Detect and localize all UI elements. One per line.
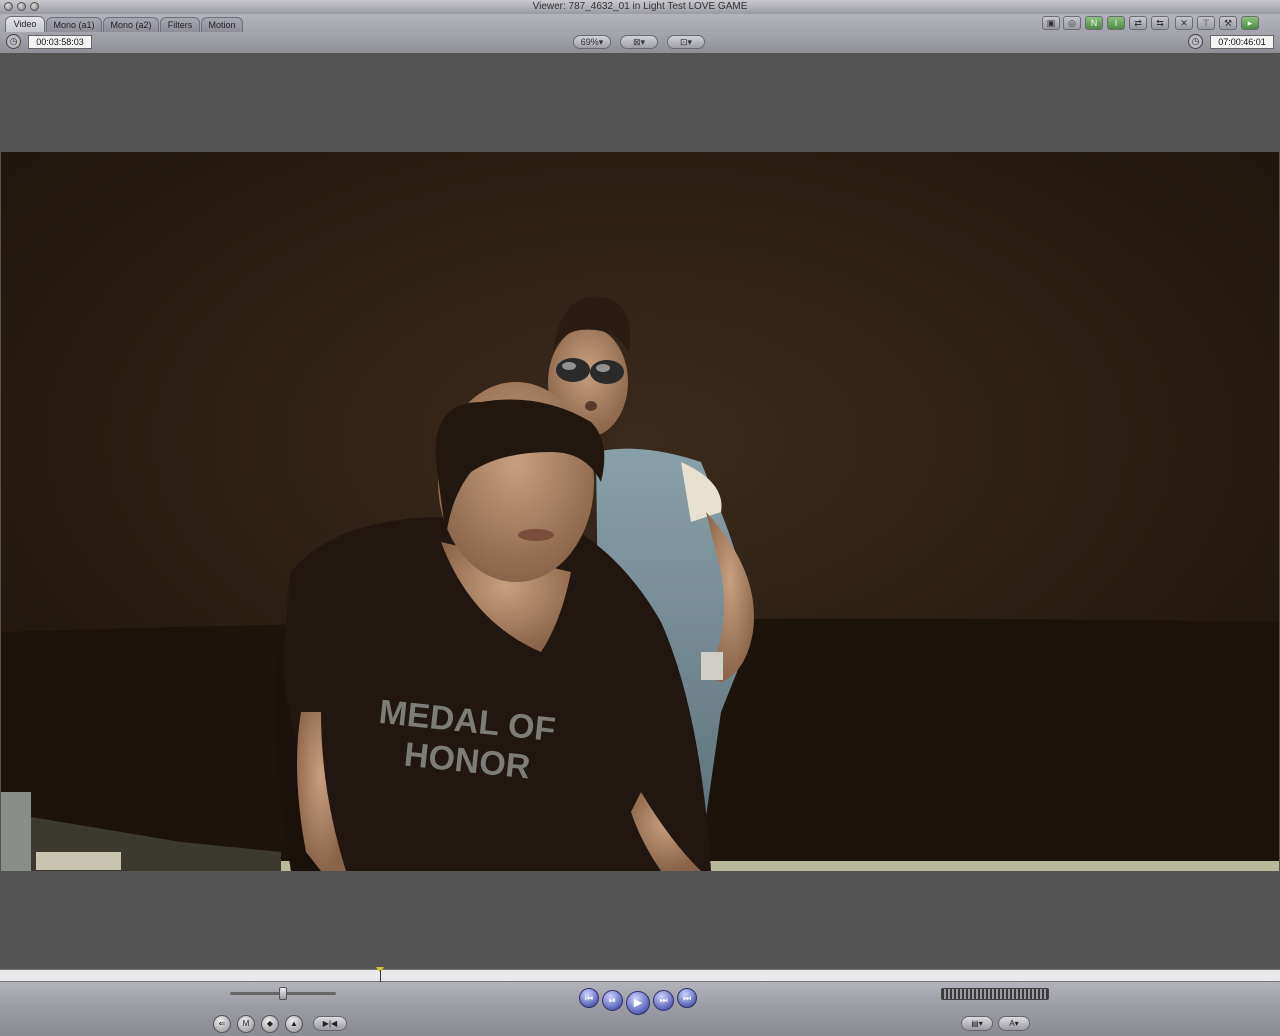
playback-mode-icon[interactable]: ▸ [1241,16,1259,30]
out-point-toggle-icon[interactable]: I [1107,16,1125,30]
video-frame-image: MEDAL OF HONOR [1,152,1279,871]
overlay-popup[interactable]: ⊡▾ [667,35,705,49]
safe-area-icon[interactable]: ▣ [1042,16,1060,30]
mark-in-out-button[interactable]: ▶|◀ [313,1016,347,1031]
viewer-canvas[interactable]: MEDAL OF HONOR [0,53,1280,969]
duration-clock-icon: ◷ [6,34,21,49]
generator-popup[interactable]: A▾ [998,1016,1030,1031]
play-in-to-out-icon[interactable]: ⏯ [602,990,623,1011]
transport-controls: ⏮ ⏯ ▶ ⏭ ⏭ ⇐ M ◆ ▲ ▶|◀ ▤▾ A▾ [0,982,1280,1036]
current-time-clock-icon: ◷ [1188,34,1203,49]
play-around-icon[interactable]: ⏭ [653,990,674,1011]
recent-clips-popup[interactable]: ▤▾ [961,1016,993,1031]
zoom-value: 69% [580,37,599,47]
duration-timecode-field[interactable]: 00:03:58:03 [28,35,92,49]
shuttle-thumb[interactable] [279,987,287,1000]
viewer-toolbar: ▣ ◎ N I ⇄ ⇆ ✕ ⊤ ⚒ ▸ [1042,15,1272,31]
overlay-toggle-icon[interactable]: ◎ [1063,16,1081,30]
current-timecode-field[interactable]: 07:00:46:01 [1210,35,1274,49]
match-frame-icon[interactable]: ⇄ [1129,16,1147,30]
playhead-line[interactable] [380,970,381,982]
tab-video[interactable]: Video [5,16,45,32]
chevron-down-icon: ▾ [640,37,646,47]
window-title: Viewer: 787_4632_01 in Light Test LOVE G… [532,1,748,12]
tab-mono-a1[interactable]: Mono (a1) [46,17,102,32]
tab-motion[interactable]: Motion [201,17,243,32]
overlay-icon: ⊡ [679,37,688,47]
video-frame[interactable]: MEDAL OF HONOR [1,152,1279,871]
tools-icon[interactable]: ⚒ [1219,16,1237,30]
tab-filters[interactable]: Filters [160,17,200,32]
view-popup[interactable]: ⊠▾ [620,35,658,49]
in-point-toggle-icon[interactable]: N [1085,16,1103,30]
mark-clip-icon[interactable]: ⇆ [1151,16,1169,30]
play-button[interactable]: ▶ [626,991,650,1015]
match-frame-button[interactable]: ⇐ [213,1015,231,1033]
split-edit-icon[interactable]: ⊤ [1197,16,1215,30]
window-titlebar: Viewer: 787_4632_01 in Light Test LOVE G… [0,0,1280,15]
jog-control[interactable] [941,988,1049,1000]
viewer-control-bar: ◷ 00:03:58:03 69%▾ ⊠▾ ⊡▾ ◷ 07:00:46:01 [0,32,1280,54]
chevron-down-icon: ▾ [687,37,693,47]
zoom-popup[interactable]: 69%▾ [573,35,611,49]
view-mode-icon: ⊠ [632,37,641,47]
add-marker-button[interactable]: ▲ [285,1015,303,1033]
next-edit-icon[interactable]: ⏭ [677,988,697,1008]
mark-clip-button[interactable]: M [237,1015,255,1033]
add-keyframe-button[interactable]: ◆ [261,1015,279,1033]
scrubber-bar[interactable] [0,967,1280,982]
chevron-down-icon: ▾ [598,37,604,47]
previous-edit-icon[interactable]: ⏮ [579,988,599,1008]
shuttle-slider[interactable] [230,987,336,1000]
razor-icon[interactable]: ✕ [1175,16,1193,30]
tab-mono-a2[interactable]: Mono (a2) [103,17,159,32]
